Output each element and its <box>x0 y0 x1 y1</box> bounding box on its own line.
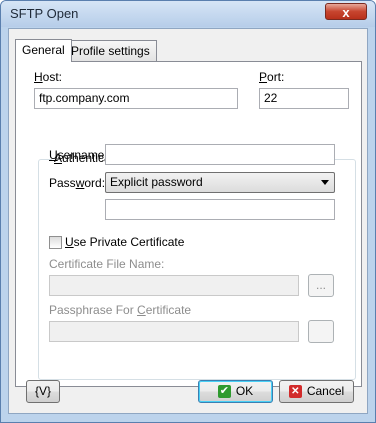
password-input[interactable] <box>105 199 335 220</box>
passphrase-extra-button[interactable] <box>308 320 334 343</box>
password-label: Password: <box>49 176 106 190</box>
certificate-file-label: Certificate File Name: <box>49 257 165 271</box>
browse-certificate-button[interactable]: ... <box>308 274 334 297</box>
tab-general[interactable]: General <box>15 39 72 62</box>
username-label: Username: <box>49 148 108 162</box>
cancel-label: Cancel <box>306 384 345 398</box>
cancel-button[interactable]: ✕ Cancel <box>279 380 354 403</box>
tab-profile-settings[interactable]: Profile settings <box>64 40 157 61</box>
ok-label: OK <box>235 384 254 398</box>
port-input[interactable]: 22 <box>259 88 349 109</box>
window-title: SFTP Open <box>10 6 79 21</box>
dialog-client-area: General Profile settings Host: ftp.compa… <box>8 28 368 414</box>
tab-label: Profile settings <box>71 44 150 58</box>
dialog-window: SFTP Open x General Profile settings Hos… <box>0 0 376 423</box>
password-mode-select[interactable]: Explicit password <box>105 172 335 193</box>
ok-button[interactable]: ✔ OK <box>198 380 273 403</box>
port-label: Port: <box>259 70 285 84</box>
variable-button[interactable]: {V} <box>26 380 60 403</box>
tab-label: General <box>22 43 65 57</box>
certificate-file-input[interactable] <box>49 275 299 296</box>
x-icon: ✕ <box>288 385 302 399</box>
check-icon: ✔ <box>217 385 231 399</box>
use-private-certificate-checkbox[interactable] <box>49 236 62 249</box>
username-input[interactable] <box>105 144 335 165</box>
passphrase-input[interactable] <box>49 321 299 342</box>
passphrase-label: Passphrase For Certificate <box>49 303 192 317</box>
host-label: Host: <box>34 70 63 84</box>
close-icon: x <box>342 5 350 20</box>
close-button[interactable]: x <box>325 3 367 20</box>
host-input[interactable]: ftp.company.com <box>34 88 238 109</box>
use-private-certificate-label[interactable]: Use Private Certificate <box>65 235 184 249</box>
title-bar[interactable]: SFTP Open x <box>1 1 375 27</box>
password-mode-value: Explicit password <box>110 175 203 189</box>
tab-panel-general: Host: ftp.company.com Port: 22 Authentic… <box>15 61 362 387</box>
chevron-down-icon <box>321 180 329 185</box>
